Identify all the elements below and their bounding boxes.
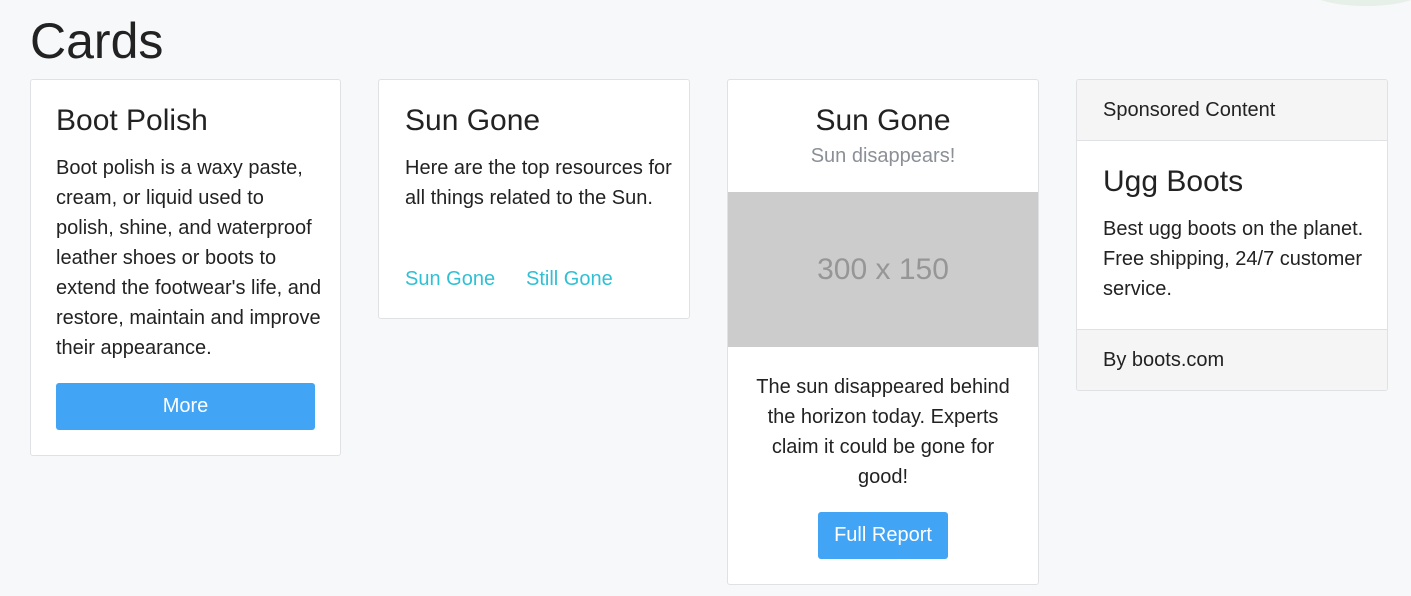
full-report-button[interactable]: Full Report xyxy=(818,512,948,559)
card-title: Ugg Boots xyxy=(1103,165,1244,198)
card-title: Sun Gone xyxy=(405,104,541,137)
card-text: The sun disappeared behind the horizon t… xyxy=(756,376,1010,488)
card-sponsored: Sponsored Content Ugg Boots Best ugg boo… xyxy=(1076,79,1388,391)
page-title: Cards xyxy=(30,13,164,69)
sun-gone-link[interactable]: Sun Gone xyxy=(405,264,495,294)
card-boot-polish: Boot Polish Boot polish is a waxy paste,… xyxy=(30,79,341,456)
more-button[interactable]: More xyxy=(56,383,315,430)
card-sun-gone-report: Sun Gone Sun disappears! 300 x 150 The s… xyxy=(727,79,1039,585)
card-footer: By boots.com xyxy=(1077,329,1387,390)
card-text: Best ugg boots on the planet. Free shipp… xyxy=(1103,218,1364,300)
card-subtitle: Sun disappears! xyxy=(810,145,956,167)
card-sun-gone-links: Sun Gone Here are the top resources for … xyxy=(378,79,690,319)
card-title: Sun Gone xyxy=(815,104,951,137)
card-title: Boot Polish xyxy=(56,104,208,137)
card-text: Here are the top resources for all thing… xyxy=(405,157,672,209)
image-placeholder: 300 x 150 xyxy=(728,192,1038,347)
card-text: Boot polish is a waxy paste, cream, or l… xyxy=(56,157,322,359)
corner-decoration xyxy=(1311,0,1411,6)
card-header: Sponsored Content xyxy=(1077,80,1387,141)
still-gone-link[interactable]: Still Gone xyxy=(526,264,613,294)
